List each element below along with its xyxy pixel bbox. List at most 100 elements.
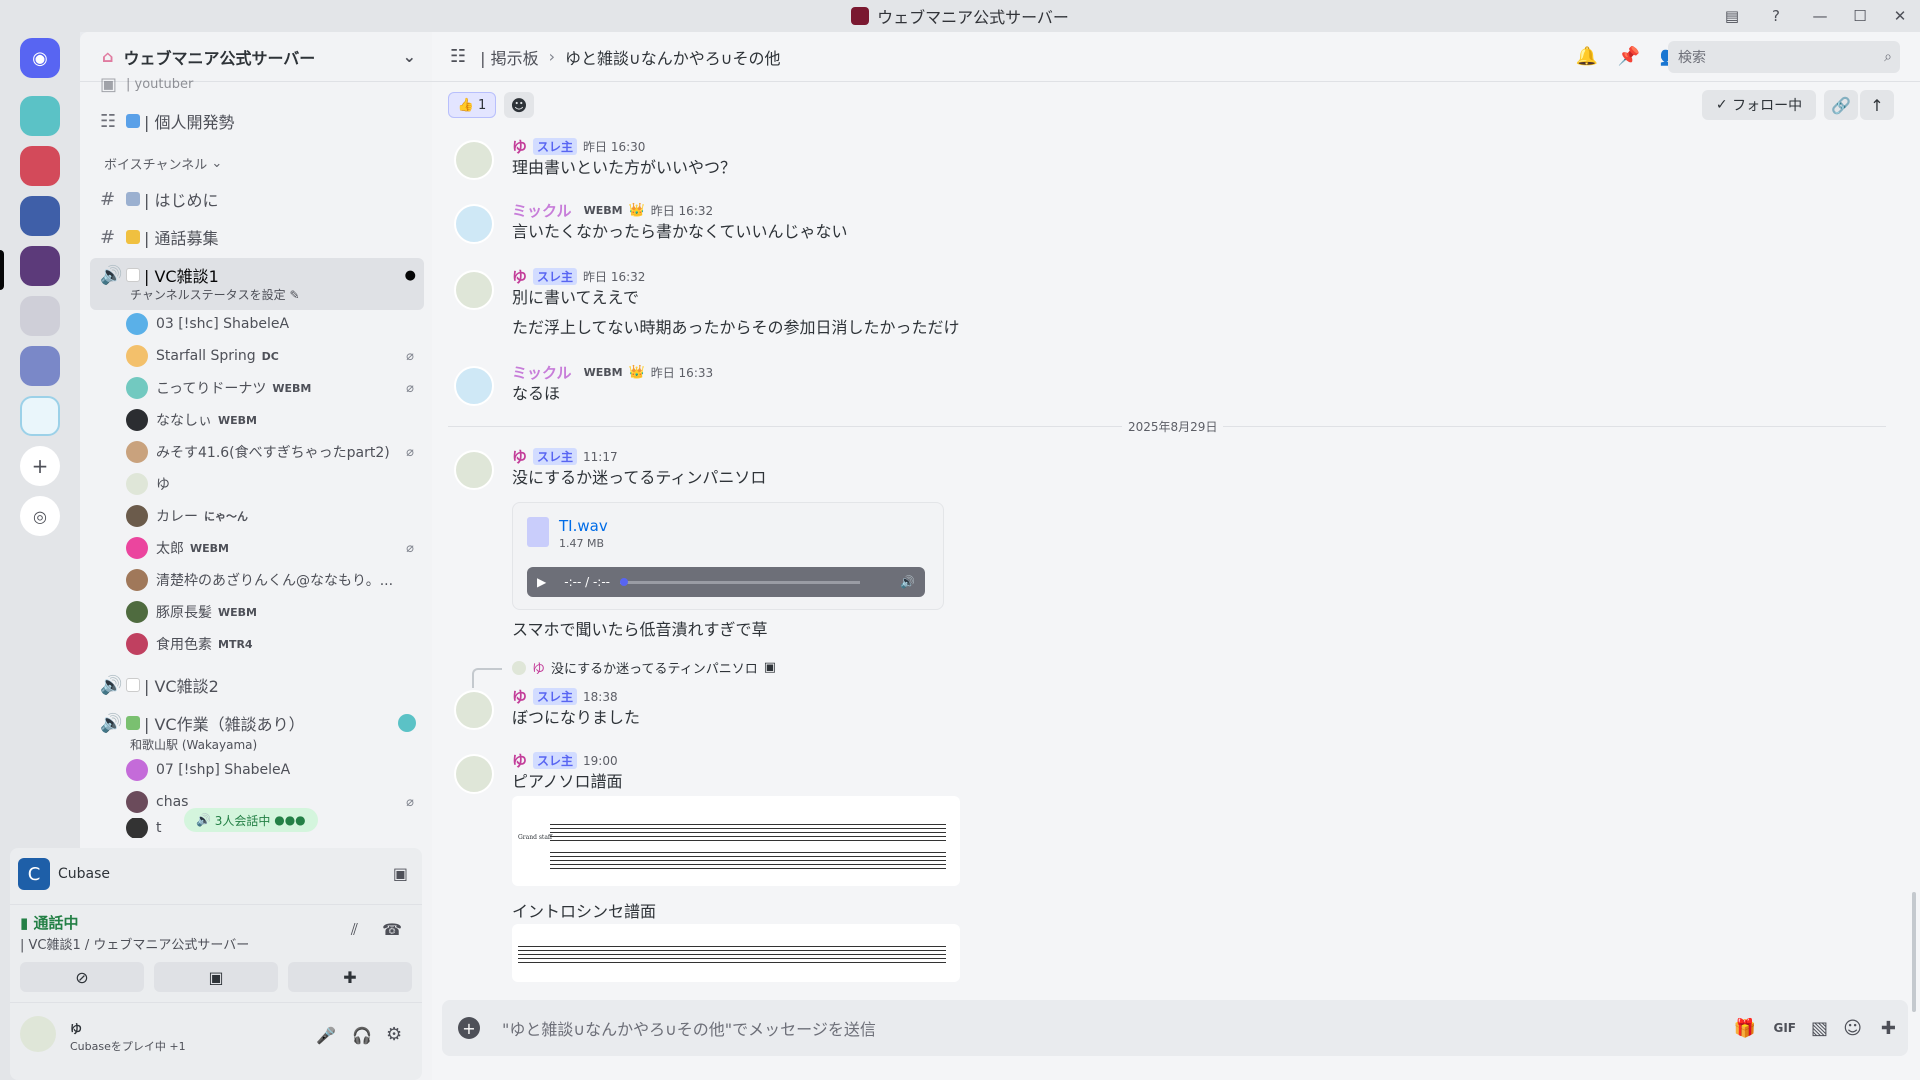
discover-icon[interactable]: ◎: [20, 496, 60, 536]
play-icon[interactable]: ▶: [537, 575, 546, 589]
settings-gear-icon[interactable]: ⚙: [386, 1024, 402, 1045]
server-icon[interactable]: [20, 396, 60, 436]
breadcrumb-forum[interactable]: | 掲示板: [480, 45, 538, 69]
server-icon[interactable]: [20, 96, 60, 136]
activity-button[interactable]: ✚: [288, 962, 412, 992]
audio-time: -:-- / -:--: [564, 575, 610, 589]
voice-user[interactable]: 食用色素 MTR4: [126, 630, 426, 658]
speaker-icon: 🔊: [100, 674, 123, 696]
avatar[interactable]: [454, 690, 494, 730]
channel-item[interactable]: # | はじめに: [100, 184, 420, 214]
voice-status[interactable]: ▮ 通話中: [20, 912, 79, 933]
deafened-icon: ⌀: [406, 540, 414, 556]
server-icon[interactable]: [20, 346, 60, 386]
channel-status[interactable]: チャンネルステータスを設定 ✎: [130, 286, 450, 303]
score-image[interactable]: [512, 924, 960, 982]
attachment-filename[interactable]: TI.wav: [559, 517, 608, 535]
minimize-button[interactable]: —: [1800, 0, 1840, 32]
signal-icon: ▮: [20, 914, 29, 932]
title-bar: ウェブマニア公式サーバー ▤ ? — ☐ ✕: [0, 0, 1920, 32]
audio-attachment: TI.wav 1.47 MB ▶ -:-- / -:-- 🔊: [512, 502, 944, 610]
bell-icon[interactable]: 🔔: [1576, 46, 1598, 67]
sticker-icon[interactable]: ▧: [1811, 1018, 1828, 1039]
help-icon[interactable]: ?: [1756, 0, 1796, 32]
gift-icon[interactable]: 🎁: [1734, 1018, 1756, 1039]
activity-name: Cubase: [58, 866, 111, 882]
forum-icon: ☷: [450, 46, 467, 67]
add-reaction-icon[interactable]: ☻: [504, 92, 534, 118]
camera-button[interactable]: ⊘: [20, 962, 144, 992]
screen-share-icon[interactable]: ▣: [393, 864, 408, 883]
voice-channel-work[interactable]: 🔊 | VC作業（雑談あり）: [100, 708, 420, 738]
gamepad-icon[interactable]: ✚: [1881, 1018, 1896, 1039]
close-button[interactable]: ✕: [1880, 0, 1920, 32]
noise-suppression-icon[interactable]: ⫽: [351, 920, 358, 940]
voice-user[interactable]: カレー にゃ～ん: [126, 502, 426, 530]
search-icon: ⌕: [1884, 49, 1892, 65]
voice-user[interactable]: 07 [!shp] ShabeleA: [126, 756, 426, 784]
voice-user[interactable]: みそす41.6(食べすぎちゃったpart2) ⌀: [126, 438, 426, 466]
voice-user[interactable]: ななしぃ WEBM: [126, 406, 426, 434]
thread-header: ☷ | 掲示板 › ゆと雑談∪なんかやろ∪その他 🔔 📌 👥 ⋯ 検索⌕: [432, 32, 1920, 82]
voice-channel-name[interactable]: | VC雑談1 / ウェブマニア公式サーバー: [20, 934, 249, 953]
voice-user[interactable]: 太郎 WEBM ⌀: [126, 534, 426, 562]
emoji-icon[interactable]: ☺: [1843, 1018, 1862, 1039]
voice-channel-vc1[interactable]: 🔊 | VC雑談1 ●: [100, 262, 420, 288]
disconnect-icon[interactable]: ☎: [382, 920, 402, 939]
hash-icon: #: [100, 188, 116, 210]
reply-reference[interactable]: ゆ没にするか迷ってるティンパニソロ ▣: [512, 658, 776, 677]
follow-button[interactable]: ✓ フォロー中: [1702, 90, 1816, 120]
avatar[interactable]: [454, 204, 494, 244]
avatar[interactable]: [454, 450, 494, 490]
screen-share-icon: ▣: [208, 967, 224, 987]
avatar[interactable]: [454, 366, 494, 406]
voice-user[interactable]: Starfall Spring DC ⌀: [126, 342, 426, 370]
avatar[interactable]: [454, 270, 494, 310]
talking-pill[interactable]: 🔊 3人会話中 ●●●: [184, 808, 318, 832]
voice-channel-vc2[interactable]: 🔊 | VC雑談2: [100, 670, 420, 700]
gif-icon[interactable]: GIF: [1773, 1021, 1796, 1035]
activity-icon: [398, 714, 416, 732]
add-attachment-icon[interactable]: +: [458, 1017, 480, 1039]
headphones-icon[interactable]: 🎧: [352, 1026, 372, 1045]
audio-progress[interactable]: [619, 577, 860, 586]
avatar[interactable]: [20, 1016, 56, 1052]
voice-user[interactable]: ゆ: [126, 470, 426, 498]
share-screen-button[interactable]: ▣: [154, 962, 278, 992]
channel-item[interactable]: # | 通話募集: [100, 222, 420, 252]
arrow-up-icon[interactable]: ↑: [1860, 90, 1894, 120]
deafened-icon: ⌀: [406, 380, 414, 396]
cubase-app-icon: C: [18, 858, 50, 890]
avatar[interactable]: [454, 754, 494, 794]
chevron-down-icon: ⌄: [402, 47, 416, 66]
server-icon[interactable]: [20, 196, 60, 236]
mic-icon[interactable]: 🎤: [316, 1026, 336, 1045]
add-server-icon[interactable]: +: [20, 446, 60, 486]
avatar[interactable]: [454, 140, 494, 180]
channel-item[interactable]: ☷ | 個人開発勢: [100, 106, 420, 136]
server-icon[interactable]: [20, 296, 60, 336]
reaction-thumbs[interactable]: 👍 1: [448, 92, 496, 118]
channel-item[interactable]: ▣ | youtuber: [100, 74, 420, 95]
score-image[interactable]: Grand staff: [512, 796, 960, 886]
audio-player[interactable]: ▶ -:-- / -:-- 🔊: [527, 567, 925, 597]
voice-user[interactable]: 03 [!shc] ShabeleA: [126, 310, 426, 338]
server-icon[interactable]: [20, 146, 60, 186]
message-composer[interactable]: + "ゆと雑談∪なんかやろ∪その他"でメッセージを送信 🎁 GIF ▧ ☺ ✚: [442, 1000, 1908, 1056]
message: ミックル WEBM 👑 昨日 16:33 なるほ: [446, 362, 1886, 422]
voice-user[interactable]: こってりドーナツ WEBM ⌀: [126, 374, 426, 402]
search-input[interactable]: 検索 ⌕: [1668, 41, 1900, 73]
scrollbar[interactable]: [1912, 892, 1916, 1012]
message-text: スマホで聞いたら低音潰れすぎで草: [512, 620, 768, 639]
voice-user[interactable]: 清楚枠のあざりんくん@ななもり。...: [126, 566, 426, 594]
volume-icon[interactable]: 🔊: [900, 575, 915, 589]
inbox-icon[interactable]: ▤: [1712, 0, 1752, 32]
voice-category[interactable]: ボイスチャンネル ⌄: [104, 154, 424, 173]
link-icon[interactable]: 🔗: [1824, 90, 1858, 120]
pin-icon[interactable]: 📌: [1618, 46, 1640, 67]
attachment-size: 1.47 MB: [559, 537, 605, 550]
discord-home-icon[interactable]: ◉: [20, 38, 60, 78]
server-icon-active[interactable]: [20, 246, 60, 286]
maximize-button[interactable]: ☐: [1840, 0, 1880, 32]
voice-user[interactable]: 豚原長髪 WEBM: [126, 598, 426, 626]
